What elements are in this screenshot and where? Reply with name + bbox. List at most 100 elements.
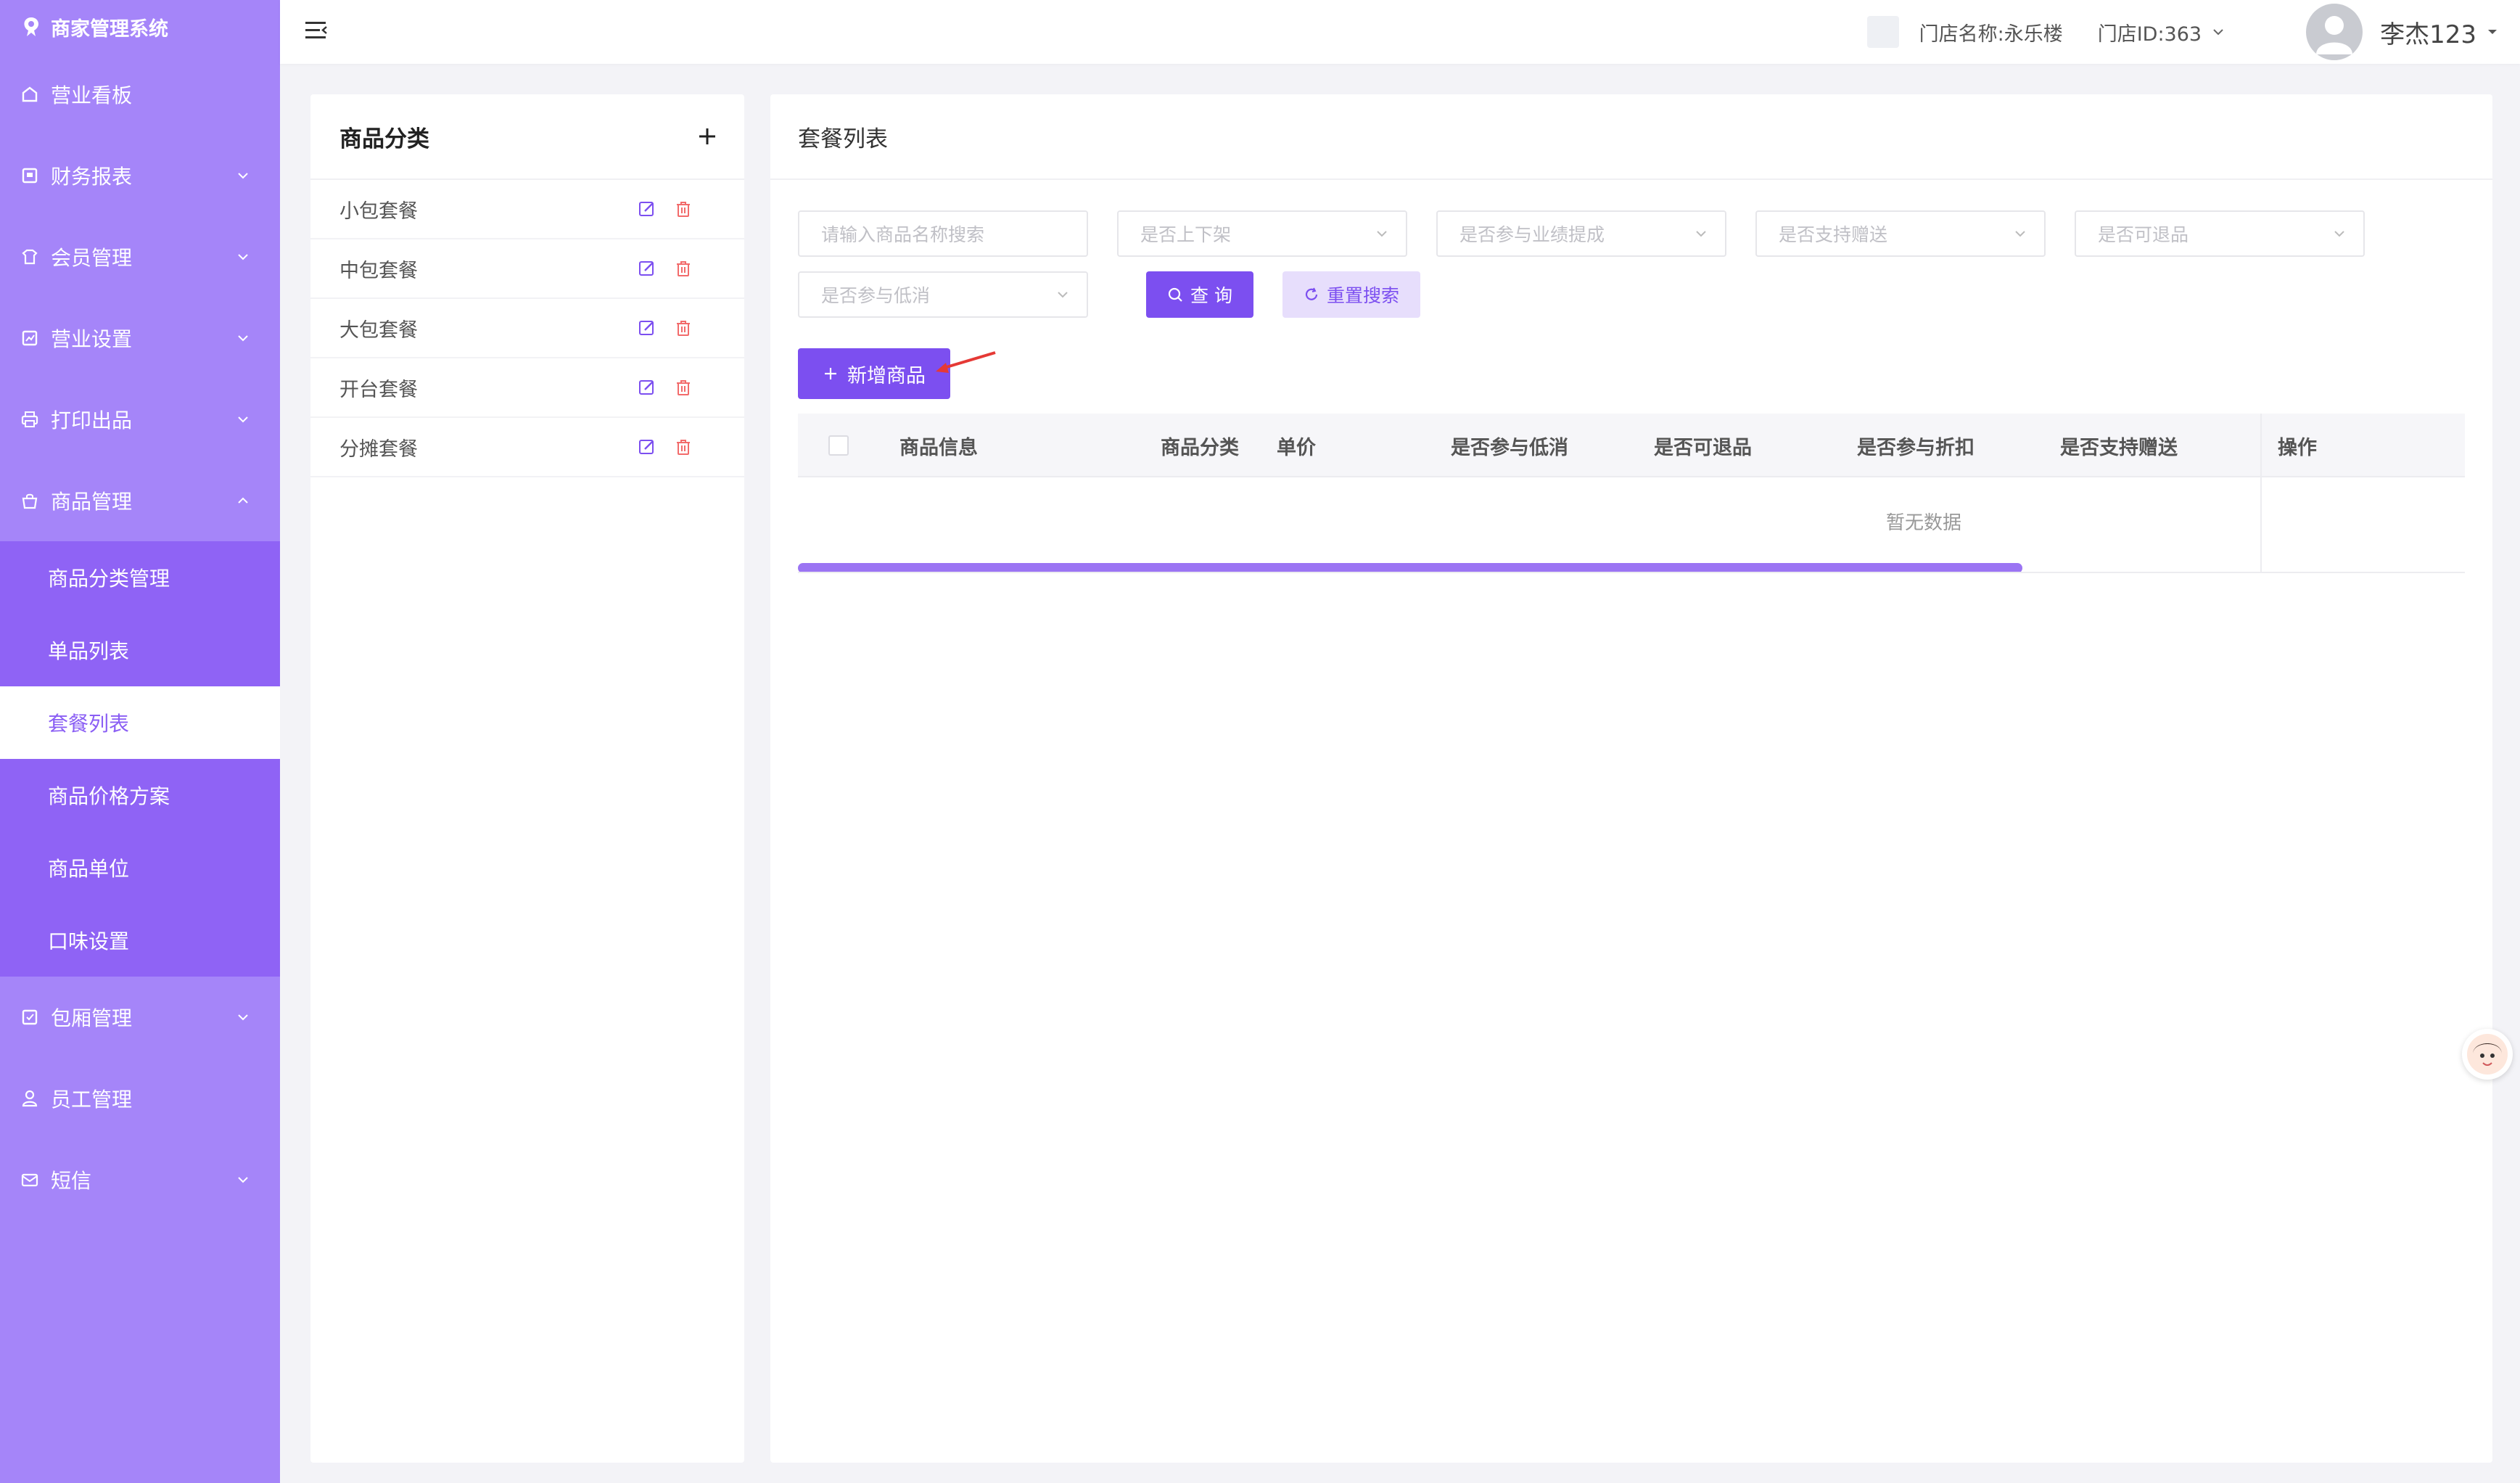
add-product-label: 新增商品 (847, 364, 926, 387)
category-panel: 商品分类 小包套餐 中包套餐 大包套餐 开台套餐 分摊套餐 (310, 94, 744, 1463)
header-right: 门店名称:永乐楼 门店ID:363 李杰123 (1866, 0, 2498, 64)
sidebar-item-label: 打印出品 (51, 408, 133, 432)
delete-icon[interactable] (673, 258, 693, 279)
empty-state: 暂无数据 (1886, 512, 1962, 534)
delete-icon[interactable] (673, 199, 693, 219)
select-placeholder: 是否可退品 (2098, 224, 2189, 245)
submenu-item-price-plan[interactable]: 商品价格方案 (0, 759, 280, 831)
category-label: 中包套餐 (339, 259, 418, 282)
submenu-item-product-unit[interactable]: 商品单位 (0, 831, 280, 904)
column-header: 是否参与折扣 (1857, 436, 1975, 459)
refresh-icon (1305, 287, 1318, 300)
package-table: 商品信息 商品分类 单价 是否参与低消 是否可退品 是否参与折扣 是否支持赠送 … (798, 414, 2465, 573)
add-product-button[interactable]: 新增商品 (798, 348, 950, 399)
select-placeholder: 是否支持赠送 (1779, 224, 1888, 245)
edit-icon[interactable] (637, 437, 657, 457)
sidebar-item-finance[interactable]: 财务报表 (0, 135, 280, 216)
sidebar-item-print[interactable]: 打印出品 (0, 379, 280, 460)
divider (798, 572, 2465, 573)
min-spend-select[interactable]: 是否参与低消 (798, 271, 1088, 318)
page-title: 套餐列表 (770, 94, 2492, 180)
edit-icon[interactable] (637, 377, 657, 398)
plus-icon (825, 368, 836, 379)
search-input[interactable]: 请输入商品名称搜索 (798, 210, 1088, 257)
chevron-down-icon (238, 1177, 248, 1183)
sidebar-item-staff-management[interactable]: 员工管理 (0, 1058, 280, 1139)
delete-icon[interactable] (673, 377, 693, 398)
select-all-checkbox[interactable] (828, 435, 849, 456)
submenu-item-single-products[interactable]: 单品列表 (0, 614, 280, 686)
column-header: 商品分类 (1161, 436, 1239, 459)
category-label: 小包套餐 (339, 200, 418, 223)
chevron-down-icon (2334, 231, 2344, 237)
chevron-up-icon (238, 497, 248, 504)
search-icon (1168, 287, 1182, 302)
sidebar-item-label: 商品管理 (51, 490, 133, 514)
submenu-item-package-list[interactable]: 套餐列表 (0, 686, 280, 759)
gift-select[interactable]: 是否支持赠送 (1755, 210, 2046, 257)
category-item[interactable]: 开台套餐 (310, 358, 744, 418)
chevron-down-icon (238, 416, 248, 423)
sidebar-item-label: 员工管理 (51, 1088, 133, 1112)
dashboard-icon (19, 83, 41, 105)
user-menu[interactable]: 李杰123 (2380, 15, 2498, 50)
chevron-down-icon (1696, 231, 1706, 237)
store-id-dropdown[interactable]: 门店ID:363 (2098, 18, 2226, 46)
printer-icon (19, 408, 41, 430)
edit-icon[interactable] (637, 258, 657, 279)
category-item[interactable]: 大包套餐 (310, 299, 744, 358)
column-header: 是否参与低消 (1451, 436, 1568, 459)
chevron-down-icon (238, 254, 248, 260)
user-icon (2316, 16, 2353, 54)
room-icon (19, 1006, 41, 1028)
shop-bag-icon (19, 490, 41, 512)
sidebar-item-business-settings[interactable]: 营业设置 (0, 297, 280, 379)
query-button[interactable]: 查 询 (1146, 271, 1253, 318)
category-item[interactable]: 小包套餐 (310, 180, 744, 239)
sidebar-item-label: 会员管理 (51, 246, 133, 270)
sidebar: 商家管理系统 营业看板 财务报表 会员管理 营业设置 打印出品 商品管理 商品分… (0, 0, 280, 1483)
select-placeholder: 是否上下架 (1140, 224, 1232, 245)
support-assistant-button[interactable] (2462, 1029, 2513, 1080)
delete-icon[interactable] (673, 318, 693, 338)
user-name: 李杰123 (2380, 20, 2476, 49)
submenu-item-category-management[interactable]: 商品分类管理 (0, 541, 280, 614)
sidebar-item-member[interactable]: 会员管理 (0, 216, 280, 297)
on-shelf-select[interactable]: 是否上下架 (1117, 210, 1407, 257)
submenu-item-flavor-settings[interactable]: 口味设置 (0, 904, 280, 977)
sidebar-item-label: 营业设置 (51, 327, 133, 351)
member-icon (19, 246, 41, 268)
delete-icon[interactable] (673, 437, 693, 457)
edit-icon[interactable] (637, 199, 657, 219)
sidebar-item-sms[interactable]: 短信 (0, 1139, 280, 1220)
select-placeholder: 是否参与业绩提成 (1459, 224, 1605, 245)
chevron-down-icon (2213, 29, 2223, 36)
reset-search-button[interactable]: 重置搜索 (1282, 271, 1420, 318)
category-label: 开台套餐 (339, 378, 418, 401)
menu-toggle-icon[interactable] (302, 16, 331, 45)
category-item[interactable]: 中包套餐 (310, 239, 744, 299)
column-header: 是否可退品 (1654, 436, 1752, 459)
commission-select[interactable]: 是否参与业绩提成 (1436, 210, 1726, 257)
returnable-select[interactable]: 是否可退品 (2075, 210, 2365, 257)
edit-icon[interactable] (637, 318, 657, 338)
category-title: 商品分类 (339, 126, 429, 152)
chevron-down-icon (238, 335, 248, 342)
sidebar-item-label: 包厢管理 (51, 1006, 133, 1030)
sidebar-item-room-management[interactable]: 包厢管理 (0, 977, 280, 1058)
caret-down-icon (2488, 30, 2497, 34)
column-header: 单价 (1277, 436, 1316, 459)
app-logo-icon (19, 15, 44, 39)
sidebar-item-dashboard[interactable]: 营业看板 (0, 54, 280, 135)
sidebar-item-label: 营业看板 (51, 83, 133, 107)
store-logo (1866, 16, 1899, 48)
staff-icon (19, 1088, 41, 1109)
category-item[interactable]: 分摊套餐 (310, 418, 744, 477)
sidebar-item-product-management[interactable]: 商品管理 (0, 460, 280, 541)
avatar[interactable] (2306, 4, 2363, 60)
add-category-icon[interactable] (696, 126, 718, 147)
operation-column (2260, 414, 2465, 573)
category-label: 大包套餐 (339, 319, 418, 342)
category-header: 商品分类 (310, 94, 744, 180)
product-submenu: 商品分类管理 单品列表 套餐列表 商品价格方案 商品单位 口味设置 (0, 541, 280, 977)
